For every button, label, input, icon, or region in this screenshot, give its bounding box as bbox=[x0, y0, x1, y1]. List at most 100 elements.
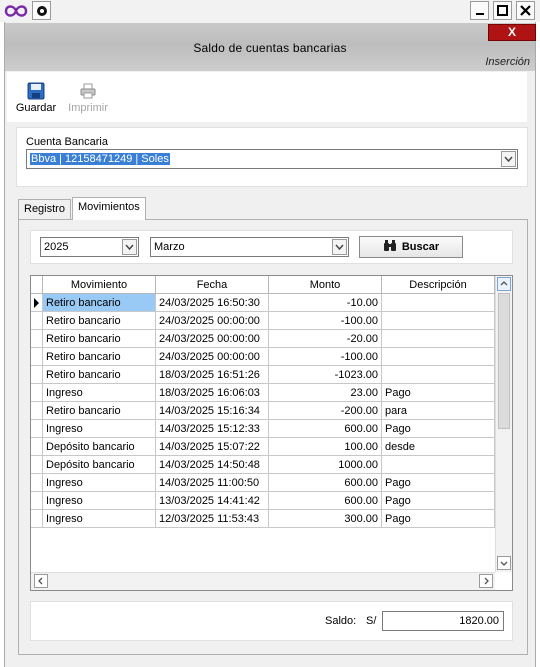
vertical-scrollbar[interactable] bbox=[495, 276, 512, 572]
cell-fecha[interactable]: 14/03/2025 15:07:22 bbox=[156, 438, 269, 456]
row-header[interactable] bbox=[31, 384, 43, 402]
form-close-button[interactable]: X bbox=[488, 24, 536, 41]
cell-fecha[interactable]: 12/03/2025 11:53:43 bbox=[156, 510, 269, 528]
row-header[interactable] bbox=[31, 456, 43, 474]
cell-movimiento[interactable]: Retiro bancario bbox=[43, 312, 156, 330]
cell-monto[interactable]: -10.00 bbox=[269, 294, 382, 312]
table-row[interactable]: Depósito bancario 14/03/2025 15:07:22 100.… bbox=[31, 438, 495, 456]
cell-movimiento[interactable]: Depósito bancario bbox=[43, 438, 156, 456]
cell-monto[interactable]: -1023.00 bbox=[269, 366, 382, 384]
cell-movimiento[interactable]: Retiro bancario bbox=[43, 330, 156, 348]
scroll-up-icon[interactable] bbox=[497, 277, 511, 291]
cell-monto[interactable]: 600.00 bbox=[269, 474, 382, 492]
cell-movimiento[interactable]: Ingreso bbox=[43, 474, 156, 492]
cell-descripcion[interactable]: Pago bbox=[382, 384, 495, 402]
row-header[interactable] bbox=[31, 402, 43, 420]
table-row[interactable]: Retiro bancario 14/03/2025 15:16:34 -200.0… bbox=[31, 402, 495, 420]
column-header-movimiento[interactable]: Movimiento bbox=[43, 276, 156, 294]
table-row[interactable]: Depósito bancario 14/03/2025 14:50:48 1000… bbox=[31, 456, 495, 474]
cell-movimiento[interactable]: Retiro bancario bbox=[43, 402, 156, 420]
cell-descripcion[interactable] bbox=[382, 312, 495, 330]
cell-fecha[interactable]: 24/03/2025 00:00:00 bbox=[156, 330, 269, 348]
table-row[interactable]: Ingreso 14/03/2025 11:00:50 600.00 Pago bbox=[31, 474, 495, 492]
cell-descripcion[interactable]: desde bbox=[382, 438, 495, 456]
column-header-fecha[interactable]: Fecha bbox=[156, 276, 269, 294]
column-header-descripcion[interactable]: Descripción bbox=[382, 276, 495, 294]
cell-fecha[interactable]: 14/03/2025 14:50:48 bbox=[156, 456, 269, 474]
cell-movimiento[interactable]: Retiro bancario bbox=[43, 348, 156, 366]
row-header[interactable] bbox=[31, 420, 43, 438]
cell-descripcion[interactable]: Pago bbox=[382, 474, 495, 492]
app-menu-icon[interactable] bbox=[32, 1, 51, 20]
cell-fecha[interactable]: 24/03/2025 16:50:30 bbox=[156, 294, 269, 312]
cell-fecha[interactable]: 24/03/2025 00:00:00 bbox=[156, 312, 269, 330]
scroll-down-icon[interactable] bbox=[497, 556, 511, 570]
cell-fecha[interactable]: 18/03/2025 16:51:26 bbox=[156, 366, 269, 384]
table-row[interactable]: Ingreso 18/03/2025 16:06:03 23.00 Pago bbox=[31, 384, 495, 402]
table-row[interactable]: Ingreso 12/03/2025 11:53:43 300.00 Pago bbox=[31, 510, 495, 528]
table-row[interactable]: Retiro bancario 24/03/2025 00:00:00 -100.0… bbox=[31, 312, 495, 330]
month-select[interactable]: Marzo bbox=[150, 237, 349, 257]
cell-movimiento[interactable]: Depósito bancario bbox=[43, 456, 156, 474]
row-header[interactable] bbox=[31, 294, 43, 312]
cell-fecha[interactable]: 13/03/2025 14:41:42 bbox=[156, 492, 269, 510]
tab-registro[interactable]: Registro bbox=[18, 199, 71, 219]
table-row[interactable]: Ingreso 14/03/2025 15:12:33 600.00 Pago bbox=[31, 420, 495, 438]
row-header[interactable] bbox=[31, 510, 43, 528]
cell-movimiento[interactable]: Ingreso bbox=[43, 492, 156, 510]
cell-fecha[interactable]: 24/03/2025 00:00:00 bbox=[156, 348, 269, 366]
cell-monto[interactable]: -20.00 bbox=[269, 330, 382, 348]
table-row[interactable]: Retiro bancario 24/03/2025 00:00:00 -20.00 bbox=[31, 330, 495, 348]
row-header[interactable] bbox=[31, 312, 43, 330]
saldo-field[interactable]: 1820.00 bbox=[382, 611, 504, 631]
app-close-button[interactable] bbox=[516, 1, 535, 20]
row-header[interactable] bbox=[31, 492, 43, 510]
horizontal-scrollbar[interactable] bbox=[31, 572, 495, 590]
cell-fecha[interactable]: 18/03/2025 16:06:03 bbox=[156, 384, 269, 402]
account-select[interactable]: Bbva | 12158471249 | Soles bbox=[26, 149, 518, 169]
row-header[interactable] bbox=[31, 474, 43, 492]
table-row[interactable]: Retiro bancario 18/03/2025 16:51:26 -1023.… bbox=[31, 366, 495, 384]
cell-movimiento[interactable]: Retiro bancario bbox=[43, 366, 156, 384]
table-row[interactable]: Ingreso 13/03/2025 14:41:42 600.00 Pago bbox=[31, 492, 495, 510]
cell-descripcion[interactable] bbox=[382, 456, 495, 474]
scroll-right-icon[interactable] bbox=[479, 574, 493, 588]
cell-descripcion[interactable]: Pago bbox=[382, 492, 495, 510]
table-row[interactable]: Retiro bancario 24/03/2025 16:50:30 -10.00 bbox=[31, 294, 495, 312]
cell-descripcion[interactable]: Pago bbox=[382, 510, 495, 528]
cell-descripcion[interactable] bbox=[382, 348, 495, 366]
cell-monto[interactable]: -100.00 bbox=[269, 312, 382, 330]
year-select[interactable]: 2025 bbox=[40, 237, 139, 257]
chevron-down-icon[interactable] bbox=[332, 239, 347, 255]
cell-monto[interactable]: 23.00 bbox=[269, 384, 382, 402]
cell-monto[interactable]: 300.00 bbox=[269, 510, 382, 528]
cell-monto[interactable]: 600.00 bbox=[269, 420, 382, 438]
row-header[interactable] bbox=[31, 348, 43, 366]
cell-movimiento[interactable]: Retiro bancario bbox=[43, 294, 156, 312]
cell-descripcion[interactable] bbox=[382, 330, 495, 348]
minimize-button[interactable] bbox=[470, 1, 489, 20]
cell-descripcion[interactable] bbox=[382, 366, 495, 384]
scroll-thumb[interactable] bbox=[498, 293, 510, 429]
save-button[interactable]: Guardar bbox=[13, 82, 59, 114]
cell-monto[interactable]: -200.00 bbox=[269, 402, 382, 420]
cell-fecha[interactable]: 14/03/2025 15:12:33 bbox=[156, 420, 269, 438]
cell-monto[interactable]: 1000.00 bbox=[269, 456, 382, 474]
cell-movimiento[interactable]: Ingreso bbox=[43, 384, 156, 402]
cell-movimiento[interactable]: Ingreso bbox=[43, 510, 156, 528]
row-header[interactable] bbox=[31, 366, 43, 384]
cell-monto[interactable]: 600.00 bbox=[269, 492, 382, 510]
cell-descripcion[interactable]: para bbox=[382, 402, 495, 420]
row-header[interactable] bbox=[31, 438, 43, 456]
cell-monto[interactable]: 100.00 bbox=[269, 438, 382, 456]
table-row[interactable]: Retiro bancario 24/03/2025 00:00:00 -100.0… bbox=[31, 348, 495, 366]
cell-movimiento[interactable]: Ingreso bbox=[43, 420, 156, 438]
cell-descripcion[interactable]: Pago bbox=[382, 420, 495, 438]
tab-movimientos[interactable]: Movimientos bbox=[72, 197, 146, 220]
column-header-monto[interactable]: Monto bbox=[269, 276, 382, 294]
chevron-down-icon[interactable] bbox=[501, 151, 516, 167]
cell-fecha[interactable]: 14/03/2025 15:16:34 bbox=[156, 402, 269, 420]
search-button[interactable]: Buscar bbox=[359, 236, 463, 258]
row-header[interactable] bbox=[31, 330, 43, 348]
cell-fecha[interactable]: 14/03/2025 11:00:50 bbox=[156, 474, 269, 492]
